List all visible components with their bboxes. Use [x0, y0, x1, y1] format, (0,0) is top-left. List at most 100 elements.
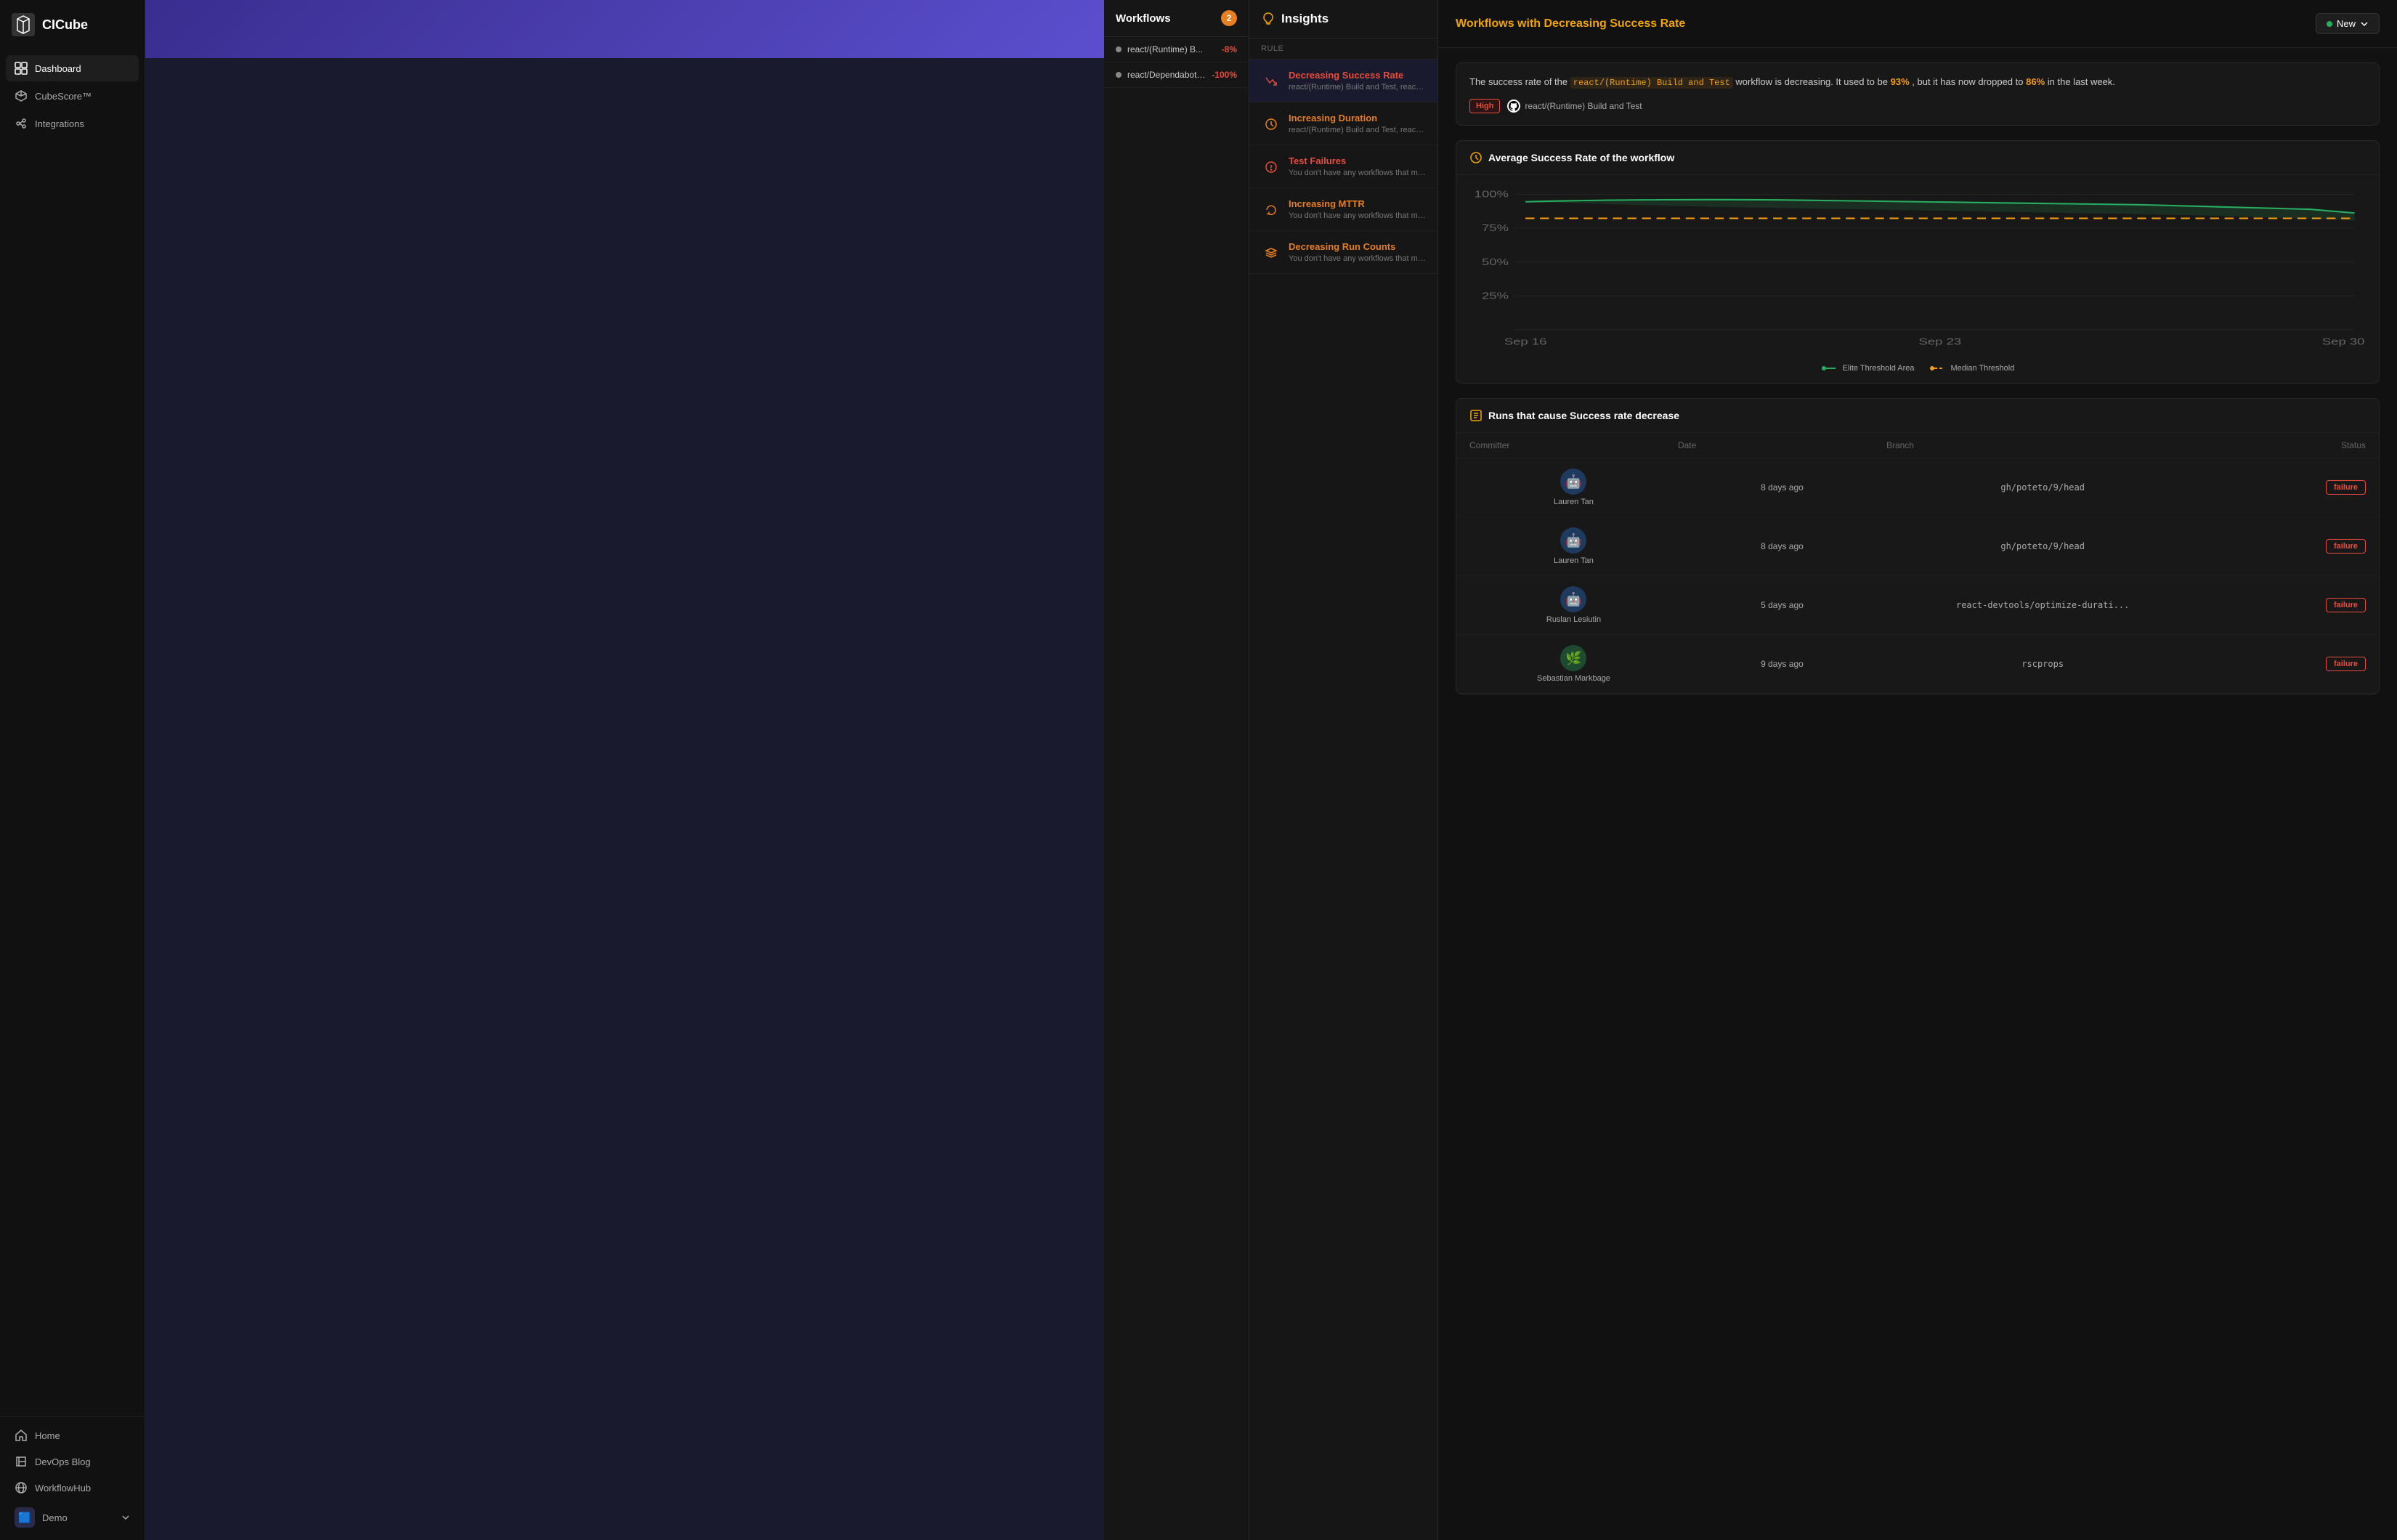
sidebar-bottom: Home DevOps Blog WorkflowHub 🟦 Demo	[0, 1416, 145, 1540]
lightbulb-icon	[1261, 12, 1275, 26]
avatar: 🤖	[1560, 586, 1586, 612]
status-badge: failure	[2326, 539, 2366, 554]
committer-cell: 🌿 Sebastian Markbage	[1469, 645, 1678, 683]
sidebar-item-workflowhub[interactable]: WorkflowHub	[6, 1475, 139, 1501]
purple-header-bar	[145, 0, 1104, 58]
sidebar: CICube Dashboard CubeScore™	[0, 0, 145, 1540]
chart-legend: Elite Threshold Area Median Threshold	[1456, 364, 2379, 383]
run-row[interactable]: 🤖 Lauren Tan 8 days ago gh/poteto/9/head…	[1456, 458, 2379, 517]
sidebar-item-demo[interactable]: 🟦 Demo	[6, 1501, 139, 1534]
sidebar-item-home[interactable]: Home	[6, 1422, 139, 1448]
new-button[interactable]: New	[2316, 13, 2380, 34]
insight-row-decreasing-success[interactable]: Decreasing Success Rate react/(Runtime) …	[1249, 60, 1437, 102]
insight-row-increasing-duration[interactable]: Increasing Duration react/(Runtime) Buil…	[1249, 102, 1437, 145]
chart-svg: 100% 75% 50% 25% Sep 16 Sep 23 Se	[1469, 187, 2366, 352]
chevron-down-icon	[121, 1513, 130, 1522]
circle-x-icon	[1261, 157, 1281, 177]
workflow-item-1[interactable]: react/Dependabot ... -100%	[1104, 62, 1249, 88]
avatar: 🌿	[1560, 645, 1586, 671]
chart-container: 100% 75% 50% 25% Sep 16 Sep 23 Se	[1456, 175, 2379, 364]
run-row[interactable]: 🤖 Lauren Tan 8 days ago gh/poteto/9/head…	[1456, 517, 2379, 576]
sidebar-item-integrations[interactable]: Integrations	[6, 110, 139, 137]
legend-median: Median Threshold	[1929, 364, 2015, 373]
workflow-name: react/Dependabot ...	[1127, 70, 1206, 80]
svg-text:25%: 25%	[1482, 291, 1509, 301]
globe-icon	[15, 1481, 28, 1494]
chevron-down-icon	[2360, 20, 2369, 28]
legend-median-icon	[1929, 364, 1947, 373]
logo-icon	[12, 13, 35, 36]
chart-section: Average Success Rate of the workflow 100…	[1456, 140, 2380, 384]
workflows-title: Workflows	[1116, 12, 1171, 25]
runs-icon	[1469, 409, 1483, 422]
workflow-pct: -100%	[1212, 70, 1237, 80]
background-panel	[145, 0, 1104, 1540]
committer-name: Lauren Tan	[1554, 498, 1594, 506]
committer-cell: 🤖 Ruslan Lesiutin	[1469, 586, 1678, 624]
insight-label: Decreasing Run Counts	[1289, 241, 1426, 252]
insight-content: Decreasing Success Rate react/(Runtime) …	[1289, 70, 1426, 92]
svg-text:Sep 16: Sep 16	[1504, 338, 1547, 347]
logo: CICube	[0, 0, 145, 49]
alert-tags: High react/(Runtime) Build and Test	[1469, 99, 2366, 113]
date-cell: 5 days ago	[1678, 600, 1886, 610]
insight-label: Test Failures	[1289, 155, 1426, 166]
demo-icon: 🟦	[15, 1507, 35, 1528]
insight-desc: You don't have any workflows that match …	[1289, 211, 1426, 220]
committer-name: Sebastian Markbage	[1537, 674, 1610, 683]
run-row[interactable]: 🤖 Ruslan Lesiutin 5 days ago react-devto…	[1456, 576, 2379, 635]
alert-card: The success rate of the react/(Runtime) …	[1456, 62, 2380, 126]
main-content: Workflows 2 react/(Runtime) B... -8% rea…	[145, 0, 2397, 1540]
svg-text:Sep 23: Sep 23	[1919, 338, 1962, 347]
detail-body: The success rate of the react/(Runtime) …	[1438, 48, 2397, 709]
insight-row-increasing-mttr[interactable]: Increasing MTTR You don't have any workf…	[1249, 188, 1437, 231]
status-cell: failure	[2199, 539, 2366, 554]
avatar: 🤖	[1560, 527, 1586, 554]
chart-section-header: Average Success Rate of the workflow	[1456, 141, 2379, 175]
avatar: 🤖	[1560, 469, 1586, 495]
cubescore-icon	[15, 89, 28, 102]
home-icon	[15, 1429, 28, 1442]
alert-text: The success rate of the react/(Runtime) …	[1469, 75, 2366, 90]
date-cell: 9 days ago	[1678, 659, 1886, 669]
detail-title: Workflows with Decreasing Success Rate	[1456, 17, 1685, 31]
insight-row-test-failures[interactable]: Test Failures You don't have any workflo…	[1249, 145, 1437, 188]
committer-cell: 🤖 Lauren Tan	[1469, 469, 1678, 506]
insight-desc: You don't have any workflows that match …	[1289, 169, 1426, 177]
chart-icon	[1469, 151, 1483, 164]
svg-text:100%: 100%	[1475, 190, 1509, 199]
refresh-icon	[1261, 200, 1281, 220]
legend-elite: Elite Threshold Area	[1821, 364, 1915, 373]
run-row[interactable]: 🌿 Sebastian Markbage 9 days ago rscprops…	[1456, 635, 2379, 694]
branch-cell: react-devtools/optimize-durati...	[1886, 600, 2199, 610]
severity-badge: High	[1469, 99, 1500, 113]
integrations-icon	[15, 117, 28, 130]
legend-elite-icon	[1821, 364, 1838, 373]
workflow-tag: react/(Runtime) Build and Test	[1507, 100, 1642, 113]
insight-label: Increasing MTTR	[1289, 198, 1426, 209]
insight-desc: react/(Runtime) Build and Test, react/De…	[1289, 83, 1426, 92]
workflow-status-dot	[1116, 46, 1122, 52]
book-icon	[15, 1455, 28, 1468]
insights-header: Insights	[1249, 0, 1437, 38]
workflow-item-0[interactable]: react/(Runtime) B... -8%	[1104, 37, 1249, 62]
sidebar-item-cubescore[interactable]: CubeScore™	[6, 83, 139, 109]
trend-down-icon	[1261, 71, 1281, 92]
workflows-badge: 2	[1221, 10, 1237, 26]
workflow-name: react/(Runtime) B...	[1127, 44, 1216, 54]
status-cell: failure	[2199, 480, 2366, 495]
clock-icon	[1261, 114, 1281, 134]
insight-desc: You don't have any workflows that match …	[1289, 254, 1426, 263]
sidebar-item-devops-blog[interactable]: DevOps Blog	[6, 1448, 139, 1475]
sidebar-item-dashboard[interactable]: Dashboard	[6, 55, 139, 81]
insight-content: Increasing MTTR You don't have any workf…	[1289, 198, 1426, 220]
svg-text:50%: 50%	[1482, 258, 1509, 267]
insight-row-decreasing-run-counts[interactable]: Decreasing Run Counts You don't have any…	[1249, 231, 1437, 274]
detail-panel: Workflows with Decreasing Success Rate N…	[1438, 0, 2397, 1540]
workflows-header: Workflows 2	[1104, 0, 1249, 37]
status-badge: failure	[2326, 598, 2366, 612]
committer-name: Lauren Tan	[1554, 556, 1594, 565]
insights-panel: Insights Rule Decreasing Success Rate re…	[1249, 0, 1438, 1540]
insight-content: Increasing Duration react/(Runtime) Buil…	[1289, 113, 1426, 134]
chart-title: Average Success Rate of the workflow	[1488, 152, 1674, 163]
